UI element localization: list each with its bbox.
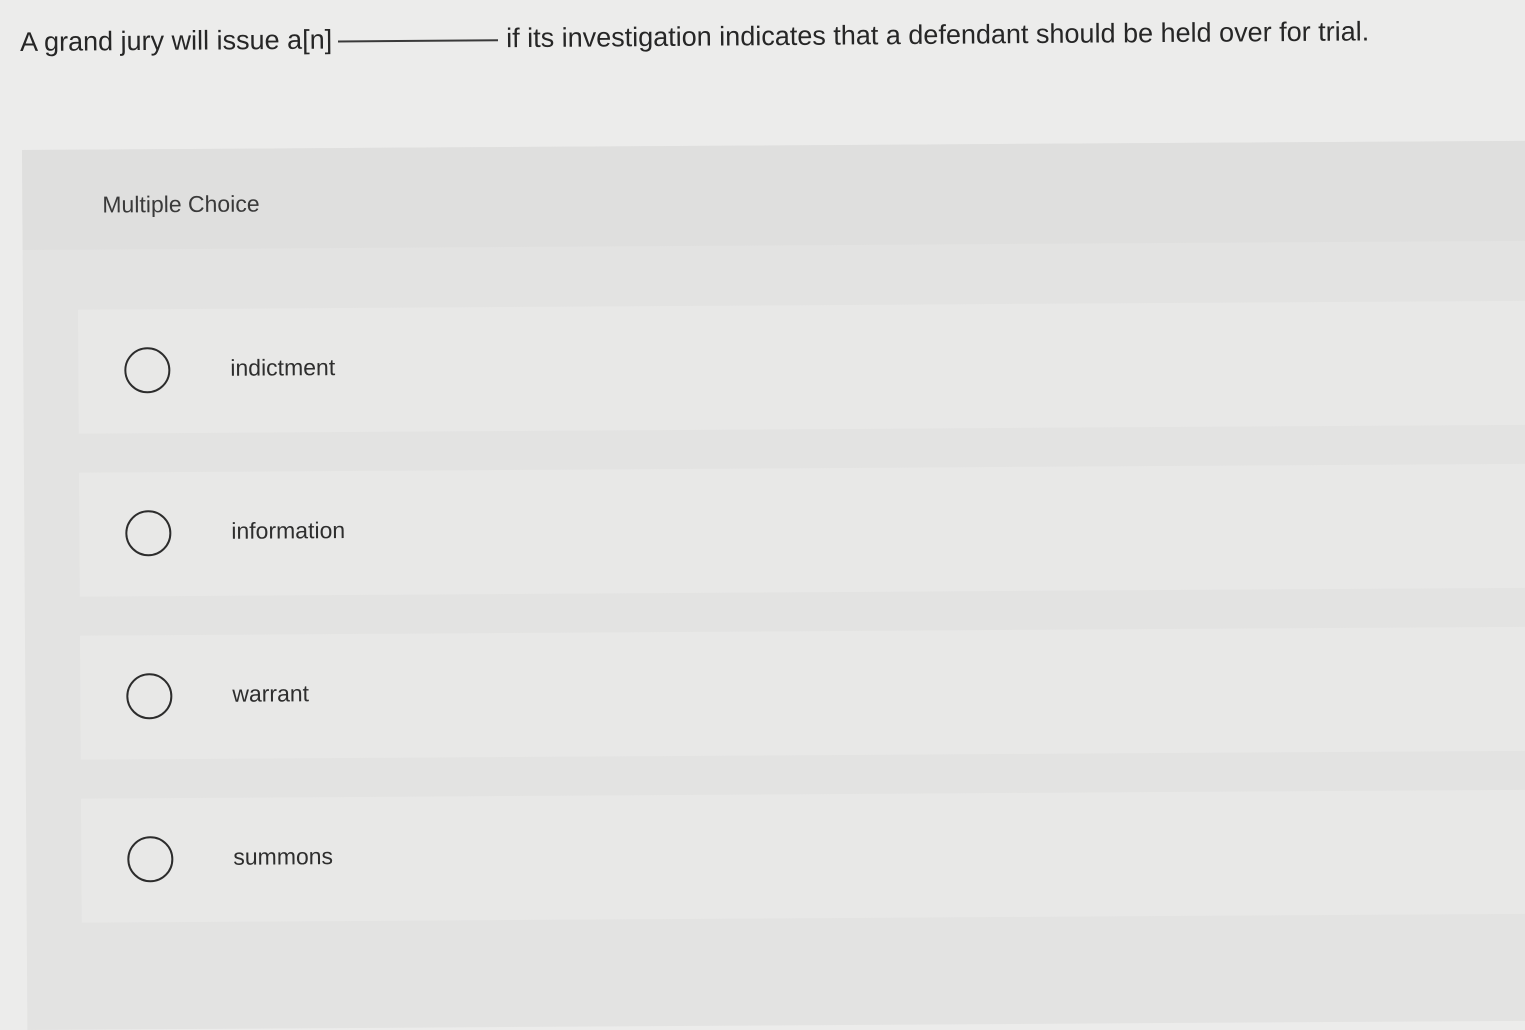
option-label: information — [231, 517, 346, 544]
radio-circle-icon[interactable] — [126, 673, 173, 720]
radio-circle-icon[interactable] — [124, 347, 171, 394]
multiple-choice-header: Multiple Choice — [22, 140, 1525, 250]
multiple-choice-panel: Multiple Choice indictment information w… — [22, 140, 1525, 1030]
answer-blank — [338, 38, 499, 43]
option-label: indictment — [230, 354, 336, 381]
option-label: summons — [233, 843, 334, 870]
radio-circle-icon[interactable] — [127, 836, 174, 883]
option-indictment[interactable]: indictment — [77, 300, 1525, 434]
question-text: A grand jury will issue a[n] if its inves… — [20, 8, 1500, 64]
multiple-choice-label: Multiple Choice — [102, 190, 260, 218]
question-suffix: if its investigation indicates that a de… — [506, 16, 1370, 54]
option-warrant[interactable]: warrant — [79, 626, 1525, 760]
option-summons[interactable]: summons — [80, 789, 1525, 923]
radio-circle-icon[interactable] — [125, 510, 172, 557]
option-information[interactable]: information — [78, 463, 1525, 597]
question-prefix: A grand jury will issue a[n] — [19, 24, 333, 57]
option-label: warrant — [232, 680, 310, 707]
